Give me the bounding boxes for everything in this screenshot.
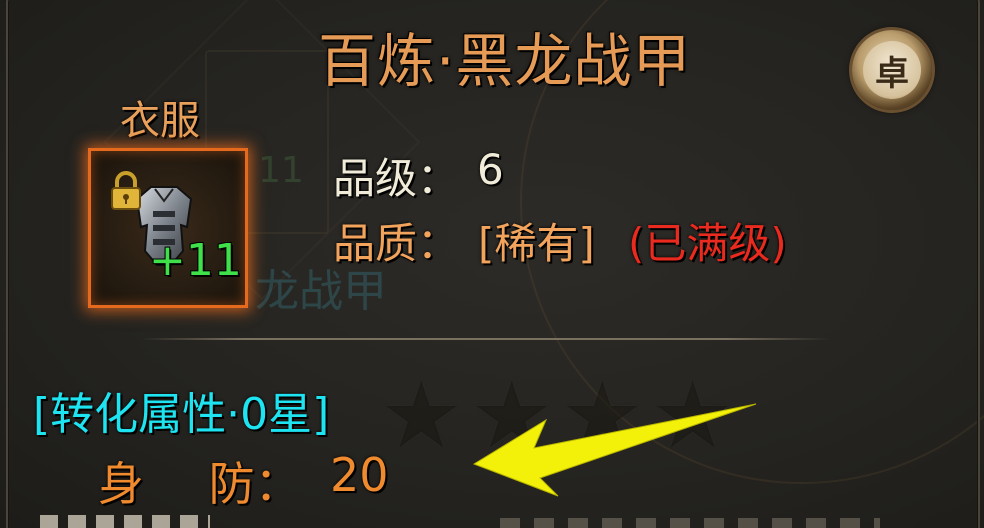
quality-max-status: (已满级)	[628, 219, 787, 268]
defense-value: 20	[330, 448, 389, 502]
rank-badge-icon[interactable]: 卓	[852, 30, 932, 110]
item-tooltip-panel: 11 龙战甲 百炼·黑龙战甲 卓 衣服 +11 品级： 6 品质： [稀有] (…	[0, 0, 984, 528]
cutoff-text-row-right	[500, 518, 880, 528]
defense-label: 身 防：	[98, 457, 301, 511]
item-name-title: 百炼·黑龙战甲	[318, 27, 692, 95]
padlock-icon	[111, 171, 141, 210]
rank-badge-char: 卓	[863, 41, 921, 99]
item-icon-slot[interactable]: +11	[88, 148, 248, 308]
grade-label: 品级：	[333, 154, 460, 203]
section-divider	[140, 338, 830, 340]
yellow-arrow-annotation	[472, 403, 757, 497]
equip-slot-label: 衣服	[120, 98, 200, 144]
cutoff-text-row	[40, 515, 210, 528]
enhance-level: +11	[149, 235, 242, 286]
conversion-attribute-title: [转化属性·0星]	[33, 389, 330, 440]
grade-value: 6	[477, 145, 504, 194]
background-ghost-level: 11	[258, 150, 304, 191]
quality-value: [稀有]	[478, 219, 595, 268]
quality-label: 品质：	[333, 219, 460, 268]
